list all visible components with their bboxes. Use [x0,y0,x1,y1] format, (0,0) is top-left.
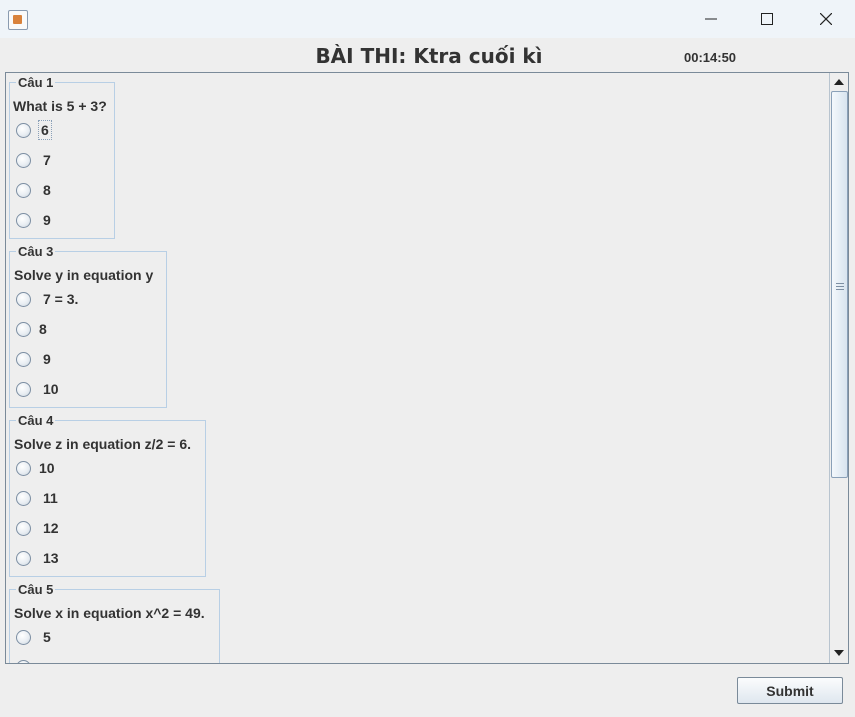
option-label: 7 [43,152,51,168]
radio-button[interactable] [16,491,31,506]
option-label: 11 [43,490,58,506]
arrow-up-icon [834,79,844,85]
scroll-down-button[interactable] [831,645,847,661]
answer-option[interactable]: 11 [16,489,196,509]
question-text: What is 5 + 3? [13,98,107,114]
maximize-button[interactable] [738,0,796,38]
countdown-timer: 00:14:50 [684,50,737,65]
answer-option[interactable]: 8 [16,181,196,201]
exam-title: BÀI THI: Ktra cuối kì [315,44,543,68]
option-label: 10 [43,381,59,397]
vertical-scrollbar[interactable] [829,73,848,663]
scrollbar-thumb[interactable] [831,91,848,478]
radio-button[interactable] [16,630,31,645]
close-icon [820,13,832,25]
arrow-down-icon [834,650,844,656]
answer-option[interactable]: 7 [16,151,196,171]
radio-button[interactable] [16,352,31,367]
radio-button[interactable] [16,521,31,536]
question-panel: Câu 4 Solve z in equation z/2 = 6. 10 11… [9,413,206,577]
submit-button[interactable]: Submit [737,677,843,704]
java-cup-icon[interactable] [8,10,28,30]
radio-button[interactable] [16,213,31,228]
radio-button[interactable] [16,322,31,337]
radio-button[interactable] [16,461,31,476]
radio-button[interactable] [16,183,31,198]
answer-option[interactable]: 6 [16,120,196,141]
radio-button[interactable] [16,382,31,397]
radio-button[interactable] [16,551,31,566]
question-text: Solve x in equation x^2 = 49. [14,605,205,621]
question-label: Câu 5 [16,582,56,597]
scroll-up-button[interactable] [831,74,847,90]
answer-option[interactable]: 9 [16,350,196,370]
option-label: 12 [43,520,59,536]
questions-scroll-pane[interactable]: Câu 1 What is 5 + 3? 6 7 8 9 Câu 3 Solve… [5,72,849,664]
question-panel: Câu 5 Solve x in equation x^2 = 49. 5 [9,582,220,663]
answer-option[interactable]: 13 [16,549,196,569]
option-label: 9 [43,351,51,367]
radio-button[interactable] [16,123,31,138]
option-label: 7 = 3. [43,291,79,307]
answer-option[interactable]: 8 [16,320,196,340]
radio-button[interactable] [16,153,31,168]
question-label: Câu 3 [16,244,56,259]
radio-button[interactable] [16,292,31,307]
title-bar [0,0,855,38]
answer-option[interactable]: 9 [16,211,196,231]
question-label: Câu 4 [16,413,56,428]
question-panel: Câu 3 Solve y in equation y 7 = 3. 8 9 1… [9,244,167,408]
close-button[interactable] [797,0,855,38]
option-label: 10 [39,460,55,476]
option-label: 13 [43,550,59,566]
option-label: 5 [43,629,51,645]
minimize-icon [705,18,717,20]
questions-list: Câu 1 What is 5 + 3? 6 7 8 9 Câu 3 Solve… [6,73,828,663]
maximize-icon [761,13,773,25]
grip-icon [836,281,844,292]
answer-option[interactable]: 12 [16,519,196,539]
option-label: 8 [39,321,47,337]
question-label: Câu 1 [16,75,56,90]
question-panel: Câu 1 What is 5 + 3? 6 7 8 9 [9,75,115,239]
question-text: Solve z in equation z/2 = 6. [14,436,191,452]
question-text: Solve y in equation y [14,267,154,283]
radio-button[interactable] [16,660,31,663]
answer-option[interactable] [16,658,196,663]
option-label: 9 [43,212,51,228]
option-label: 8 [43,182,51,198]
minimize-button[interactable] [682,0,740,38]
answer-option[interactable]: 7 = 3. [16,290,196,310]
answer-option[interactable]: 10 [16,459,196,479]
answer-option[interactable]: 5 [16,628,196,648]
answer-option[interactable]: 10 [16,380,196,400]
option-label: 6 [38,120,52,140]
